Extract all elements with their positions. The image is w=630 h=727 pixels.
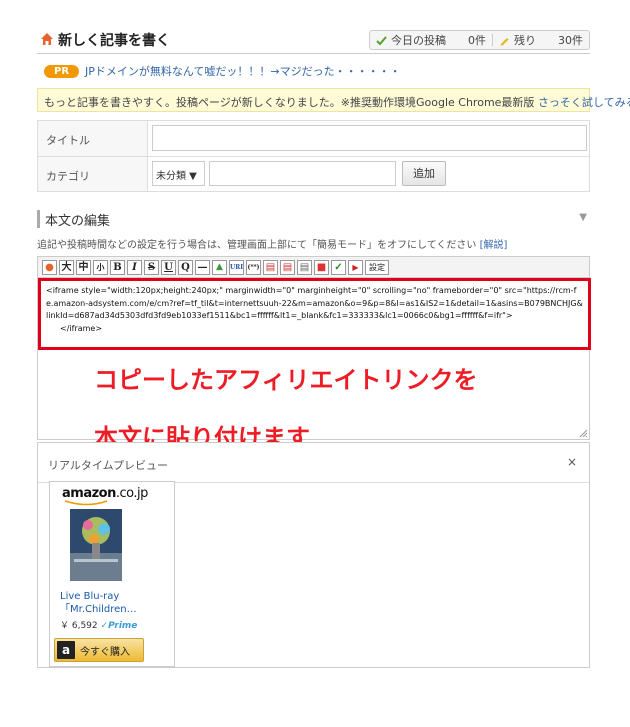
file-search-button[interactable]: ▤	[280, 259, 295, 275]
hr-button[interactable]: —	[195, 259, 210, 275]
settings-button[interactable]: 設定	[365, 259, 389, 275]
affiliate-code: <iframe style="width:120px;height:240px;…	[46, 286, 583, 320]
italic-button[interactable]: I	[127, 259, 142, 275]
affiliate-code-highlight[interactable]: <iframe style="width:120px;height:240px;…	[38, 278, 591, 350]
home-icon	[41, 33, 53, 45]
pr-badge: PR	[44, 64, 80, 78]
collapse-toggle-icon[interactable]: ▼	[579, 212, 587, 223]
title-row: タイトル	[38, 121, 589, 157]
price-value: ￥ 6,592	[60, 621, 98, 631]
title-input[interactable]	[152, 125, 587, 151]
editor-toolbar: ● 大 中 小 B I S U Q — ▲ URL (**) ▤ ▤ ▤ ■ ✓…	[37, 256, 590, 278]
emoji-button[interactable]: ●	[42, 259, 57, 275]
new-editor-notice: もっと記事を書きやすく。投稿ページが新しくなりました。※推奨動作環境Google…	[37, 88, 630, 112]
product-title-link[interactable]: Live Blu-ray 「Mr.Children…	[60, 590, 170, 616]
remaining-label: 残り	[514, 34, 536, 47]
category-select[interactable]: 未分類 ▼	[152, 161, 205, 186]
file-list-button[interactable]: ▤	[297, 259, 312, 275]
prime-check-icon: ✓	[100, 621, 109, 631]
remaining-posts: 残り	[499, 32, 536, 48]
preview-title: リアルタイムプレビュー	[48, 459, 169, 472]
body-edit-section: 本文の編集 ▼	[37, 210, 590, 229]
category-label: カテゴリ	[38, 157, 148, 191]
pr-banner[interactable]: PR JPドメインが無料なんて嘘だッ！！！→マジだった・・・・・・	[44, 63, 401, 79]
amazon-ad-card[interactable]: amazon.co.jp Live Blu-ray 「Mr.Children… …	[49, 481, 175, 667]
file-button[interactable]: ▤	[263, 259, 278, 275]
today-posts: 今日の投稿	[376, 32, 446, 48]
product-price: ￥ 6,592 ✓Prime	[60, 618, 137, 631]
help-text: 追記や投稿時間などの設定を行う場合は、管理画面上部にて「簡易モード」をオフにして…	[37, 240, 480, 251]
buy-now-label: 今すぐ購入	[80, 646, 130, 658]
resize-handle-icon[interactable]	[579, 429, 587, 437]
today-label: 今日の投稿	[391, 34, 446, 47]
more-button[interactable]: (**)	[246, 259, 261, 275]
remaining-count: 30件	[558, 34, 583, 47]
image-button[interactable]: ▲	[212, 259, 227, 275]
realtime-preview: リアルタイムプレビュー × amazon.co.jp Live Blu-ray …	[37, 442, 590, 668]
product-cover-image[interactable]	[70, 509, 122, 581]
page-title: 新しく記事を書く	[58, 33, 170, 49]
preview-close-icon[interactable]: ×	[567, 455, 577, 469]
title-label: タイトル	[38, 121, 148, 156]
prime-badge: ✓Prime	[101, 621, 138, 631]
amazon-smile-icon	[64, 500, 108, 506]
prime-label: Prime	[108, 621, 138, 631]
video-button[interactable]: ▶	[348, 259, 363, 275]
amazon-logo: amazon.co.jp	[62, 486, 148, 501]
preview-header: リアルタイムプレビュー ×	[38, 443, 589, 483]
amazon-tld: .co.jp	[115, 486, 149, 501]
font-small-button[interactable]: 小	[93, 259, 108, 275]
underline-button[interactable]: U	[161, 259, 176, 275]
font-medium-button[interactable]: 中	[76, 259, 91, 275]
section-title: 本文の編集	[45, 214, 111, 229]
today-count: 0件	[468, 34, 486, 47]
category-row: カテゴリ 未分類 ▼ 追加	[38, 157, 589, 191]
amazon-a-icon: a	[57, 641, 75, 659]
post-form: タイトル カテゴリ 未分類 ▼ 追加	[37, 120, 590, 192]
help-link[interactable]: [解説]	[480, 240, 508, 251]
url-button[interactable]: URL	[229, 259, 244, 275]
post-stats: 今日の投稿 0件 残り 30件	[369, 30, 590, 50]
amazon-brand: amazon	[62, 486, 116, 501]
annotation-line-1: コピーしたアフィリエイトリンクを	[94, 366, 478, 394]
notice-text: もっと記事を書きやすく。投稿ページが新しくなりました。※推奨動作環境Google…	[44, 96, 538, 109]
quote-button[interactable]: Q	[178, 259, 193, 275]
strike-button[interactable]: S	[144, 259, 159, 275]
try-new-editor-link[interactable]: さっそく試してみる	[538, 96, 630, 109]
affiliate-code-end: </iframe>	[60, 323, 103, 333]
body-editor[interactable]: <iframe style="width:120px;height:240px;…	[37, 278, 591, 452]
pencil-icon	[500, 37, 509, 45]
check-button[interactable]: ✓	[331, 259, 346, 275]
new-category-input[interactable]	[209, 161, 396, 186]
color-button[interactable]: ■	[314, 259, 329, 275]
page-header: 新しく記事を書く 今日の投稿 0件 残り 30件	[37, 24, 590, 54]
bold-button[interactable]: B	[110, 259, 125, 275]
editor-help: 追記や投稿時間などの設定を行う場合は、管理画面上部にて「簡易モード」をオフにして…	[37, 236, 507, 251]
check-icon	[376, 35, 387, 45]
buy-now-button[interactable]: a 今すぐ購入	[54, 638, 144, 662]
add-category-button[interactable]: 追加	[402, 161, 446, 186]
font-large-button[interactable]: 大	[59, 259, 74, 275]
pr-link[interactable]: JPドメインが無料なんて嘘だッ！！！→マジだった・・・・・・	[85, 63, 401, 79]
